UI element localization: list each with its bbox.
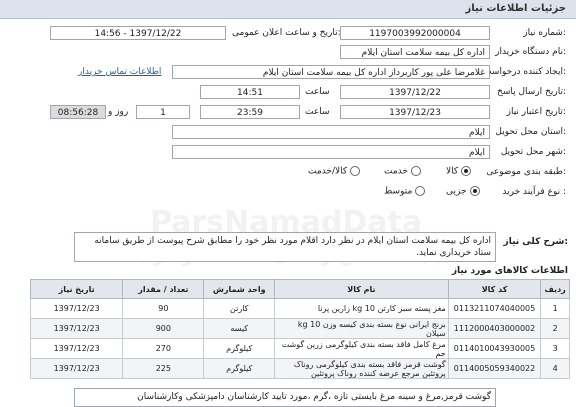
province-label: استان محل تحویل:: [495, 127, 566, 137]
item-quantity: 90: [122, 298, 205, 319]
col-unit: واحد شمارش: [203, 279, 276, 299]
category-option-goods-service[interactable]: کالا/خدمت: [308, 166, 361, 177]
radio-empty-icon: [415, 186, 426, 196]
row-number: 2: [540, 318, 570, 339]
item-need-date: 1397/12/23: [29, 318, 124, 339]
item-quantity: 900: [122, 318, 205, 339]
summary-label: شرح کلی نیاز:: [503, 237, 568, 247]
category-option-goods[interactable]: کالا: [446, 166, 472, 177]
remaining-time-field: 08:56:28: [50, 105, 106, 119]
buyer-field: اداره کل بیمه سلامت استان ایلام: [340, 45, 490, 59]
item-code: 0114005059340022: [447, 358, 542, 379]
table-row: 1 0113211074040005 مغز پسته سبز کارتن 10…: [29, 298, 570, 319]
remaining-days-label: روز و: [108, 107, 129, 117]
table-row: 2 1112000403000002 برنج ایرانی نوع بسته …: [29, 318, 570, 339]
buyer-label: نام دستگاه خریدار:: [495, 47, 566, 57]
item-name: گوشت قرمز فاقد بسته بندی کیلوگرمی روناک …: [274, 358, 449, 379]
radio-empty-icon: [350, 166, 361, 176]
item-need-date: 1397/12/23: [29, 338, 124, 359]
need-number-label: شماره نیاز:: [523, 28, 566, 38]
city-label: شهر محل تحویل:: [500, 147, 566, 157]
category-option-service[interactable]: خدمت: [384, 166, 421, 177]
creator-label: ایجاد کننده درخواست:: [483, 67, 566, 77]
items-table: ردیف کد کالا نام کالا واحد شمارش تعداد /…: [29, 279, 570, 379]
item-unit: کیسه: [203, 318, 276, 339]
send-time-field: 14:51: [200, 85, 300, 99]
col-item-name: نام کالا: [274, 279, 449, 299]
item-code: 0114010043930005: [447, 338, 542, 359]
city-field: ایلام: [172, 145, 490, 159]
province-field: ایلام: [172, 125, 490, 139]
valid-date-label: تاریخ اعتبار نیاز:: [506, 107, 566, 117]
item-name: برنج ایرانی نوع بسته بندی کیسه وزن 10 kg…: [274, 318, 449, 339]
radio-selected-icon: [461, 166, 472, 176]
announce-label: تاریخ و ساعت اعلان عمومی:: [232, 28, 341, 38]
process-option-minor[interactable]: جزیی: [446, 186, 480, 197]
valid-time-field: 23:59: [200, 105, 300, 119]
send-time-label: ساعت: [305, 87, 330, 97]
table-row: 3 0114010043930005 مرغ کامل فاقد بسته بن…: [29, 338, 570, 359]
table-row: 4 0114005059340022 گوشت قرمز فاقد بسته ب…: [29, 358, 570, 379]
remaining-days-field: 1: [136, 105, 190, 119]
item-code: 1112000403000002: [447, 318, 542, 339]
item-need-date: 1397/12/23: [29, 298, 124, 319]
send-date-field: 1397/12/22: [340, 85, 490, 99]
page-title: جزئیات اطلاعات نیاز: [465, 3, 566, 14]
category-label: طبقه بندی موضوعی:: [486, 167, 566, 177]
valid-date-field: 1397/12/23: [340, 105, 490, 119]
item-unit: کارتن: [203, 298, 276, 319]
valid-time-label: ساعت: [305, 107, 330, 117]
item-unit: کیلوگرم: [203, 358, 276, 379]
need-number-field: 1197003992000004: [340, 26, 490, 40]
process-option-medium[interactable]: متوسط: [384, 186, 426, 197]
items-section-title: اطلاعات کالاهای مورد نیاز: [451, 266, 568, 276]
page-header: جزئیات اطلاعات نیاز: [0, 0, 576, 19]
row-number: 4: [540, 358, 570, 379]
item-unit: کیلوگرم: [203, 338, 276, 359]
item-quantity: 225: [122, 358, 205, 379]
item-code: 0113211074040005: [447, 298, 542, 319]
col-item-code: کد کالا: [447, 279, 542, 299]
item-name: مرغ کامل فاقد بسته بندی کیلوگرمی زرین گو…: [274, 338, 449, 359]
col-need-date: تاریخ نیاز: [29, 279, 124, 299]
item-name: مغز پسته سبز کارتن 10 kg زارین پرنا: [274, 298, 449, 319]
row-number: 1: [540, 298, 570, 319]
buyer-notes-text: گوشت قرمز,مرغ و سینه مرغ بایستی تازه ،گر…: [74, 388, 496, 407]
row-number: 3: [540, 338, 570, 359]
announce-field: 1397/12/22 - 14:56: [50, 26, 226, 40]
col-quantity: تعداد / مقدار: [122, 279, 205, 299]
send-date-label: تاریخ ارسال پاسخ:: [497, 87, 566, 97]
summary-text: اداره کل بیمه سلامت استان ایلام در نظر د…: [74, 232, 496, 262]
item-quantity: 270: [122, 338, 205, 359]
radio-selected-icon: [469, 186, 480, 196]
radio-empty-icon: [410, 166, 421, 176]
items-table-header: ردیف کد کالا نام کالا واحد شمارش تعداد /…: [29, 279, 570, 299]
buyer-contact-link[interactable]: اطلاعات تماس خریدار: [78, 67, 161, 77]
process-label: نوع فرآیند خرید :: [502, 187, 566, 197]
col-row-number: ردیف: [540, 279, 570, 299]
item-need-date: 1397/12/23: [29, 358, 124, 379]
creator-field: غلامرضا علی پور کاربرداز اداره کل بیمه س…: [172, 65, 490, 79]
